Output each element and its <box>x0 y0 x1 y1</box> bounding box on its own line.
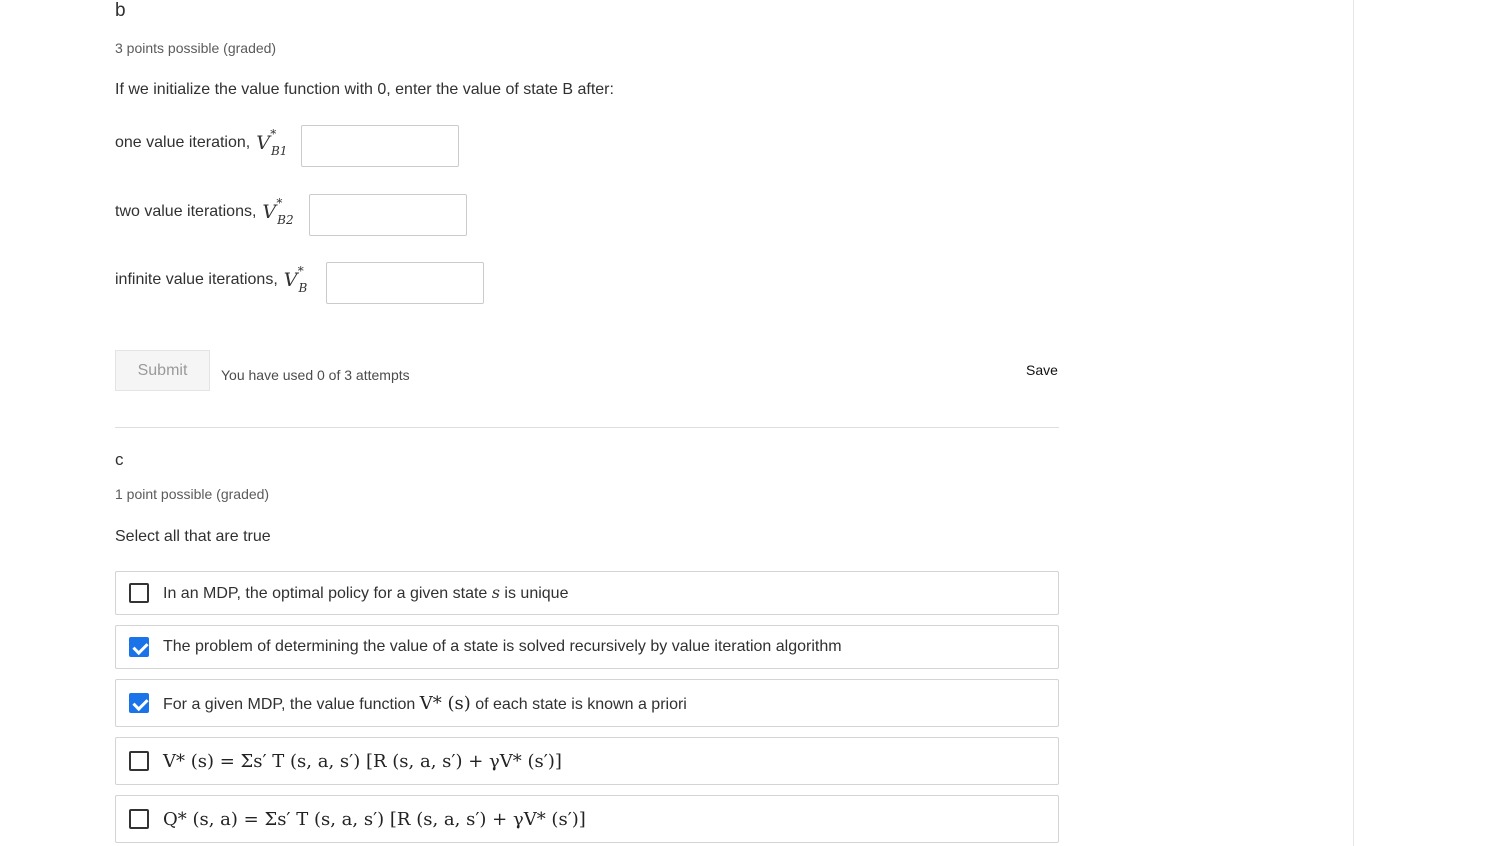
choice-math: Q* (s, a) = Σs′ T (s, a, s′) [R (s, a, s… <box>163 808 586 830</box>
symbol-subscript: B1 <box>270 144 288 158</box>
submit-button[interactable]: Submit <box>115 350 210 391</box>
choice-value-function-known-a-priori[interactable]: For a given MDP, the value function V* (… <box>115 679 1059 727</box>
choice-text: of each state is known a priori <box>470 695 687 713</box>
checkbox[interactable] <box>129 809 149 829</box>
problem-c-points: 1 point possible (graded) <box>115 486 270 502</box>
problem-c-prompt: Select all that are true <box>115 528 271 545</box>
problem-b-heading: b <box>115 0 126 21</box>
choice-text: In an MDP, the optimal policy for a give… <box>163 585 492 602</box>
row-label: infinite value iterations, <box>115 271 278 288</box>
answer-row-one-iteration: one value iteration, V * B1 <box>115 127 287 158</box>
symbol-superscript: * <box>270 127 277 141</box>
value-symbol: V * B2 <box>262 196 293 227</box>
choice-label: The problem of determining the value of … <box>163 638 842 656</box>
choice-math: V* (s) <box>419 692 471 714</box>
problem-b-points: 3 points possible (graded) <box>115 40 277 56</box>
attempts-counter: You have used 0 of 3 attempts <box>221 367 410 383</box>
choice-bellman-v-equation[interactable]: V* (s) = Σs′ T (s, a, s′) [R (s, a, s′) … <box>115 737 1059 785</box>
choice-label: For a given MDP, the value function V* (… <box>163 693 687 714</box>
symbol-subscript: B2 <box>277 213 294 227</box>
choice-label: In an MDP, the optimal policy for a give… <box>163 583 568 603</box>
answer-row-two-iterations: two value iterations, V * B2 <box>115 196 294 227</box>
problem-b-prompt: If we initialize the value function with… <box>115 81 614 98</box>
choice-bellman-q-equation[interactable]: Q* (s, a) = Σs′ T (s, a, s′) [R (s, a, s… <box>115 795 1059 843</box>
section-divider <box>115 427 1059 428</box>
value-symbol: V * B1 <box>256 127 287 158</box>
save-button[interactable]: Save <box>1026 362 1058 378</box>
symbol-letter: V <box>262 201 277 223</box>
symbol-letter: V <box>283 269 298 291</box>
two-iterations-input[interactable] <box>309 194 467 236</box>
page-right-divider <box>1353 0 1354 846</box>
checkbox[interactable] <box>129 583 149 603</box>
symbol-letter: V <box>256 132 270 154</box>
choice-optimal-policy-unique[interactable]: In an MDP, the optimal policy for a give… <box>115 571 1059 615</box>
checkbox-checked[interactable] <box>129 693 149 713</box>
problem-c-heading: c <box>115 450 124 469</box>
symbol-superscript: * <box>276 196 283 210</box>
choice-text: is unique <box>499 585 569 602</box>
choice-math: s <box>491 583 500 602</box>
checkbox[interactable] <box>129 751 149 771</box>
choice-text: For a given MDP, the value function <box>163 695 420 713</box>
answer-row-infinite-iterations: infinite value iterations, V * B <box>115 264 308 295</box>
choice-text: The problem of determining the value of … <box>163 638 842 655</box>
row-label: one value iteration, <box>115 134 251 151</box>
symbol-subscript: B <box>298 281 308 295</box>
symbol-superscript: * <box>297 264 304 278</box>
choice-value-iteration-recursive[interactable]: The problem of determining the value of … <box>115 625 1059 669</box>
value-symbol: V * B <box>283 264 308 295</box>
one-iteration-input[interactable] <box>301 125 459 167</box>
infinite-iterations-input[interactable] <box>326 262 484 304</box>
checkbox-checked[interactable] <box>129 637 149 657</box>
choice-math: V* (s) = Σs′ T (s, a, s′) [R (s, a, s′) … <box>163 750 562 772</box>
row-label: two value iterations, <box>115 203 257 220</box>
